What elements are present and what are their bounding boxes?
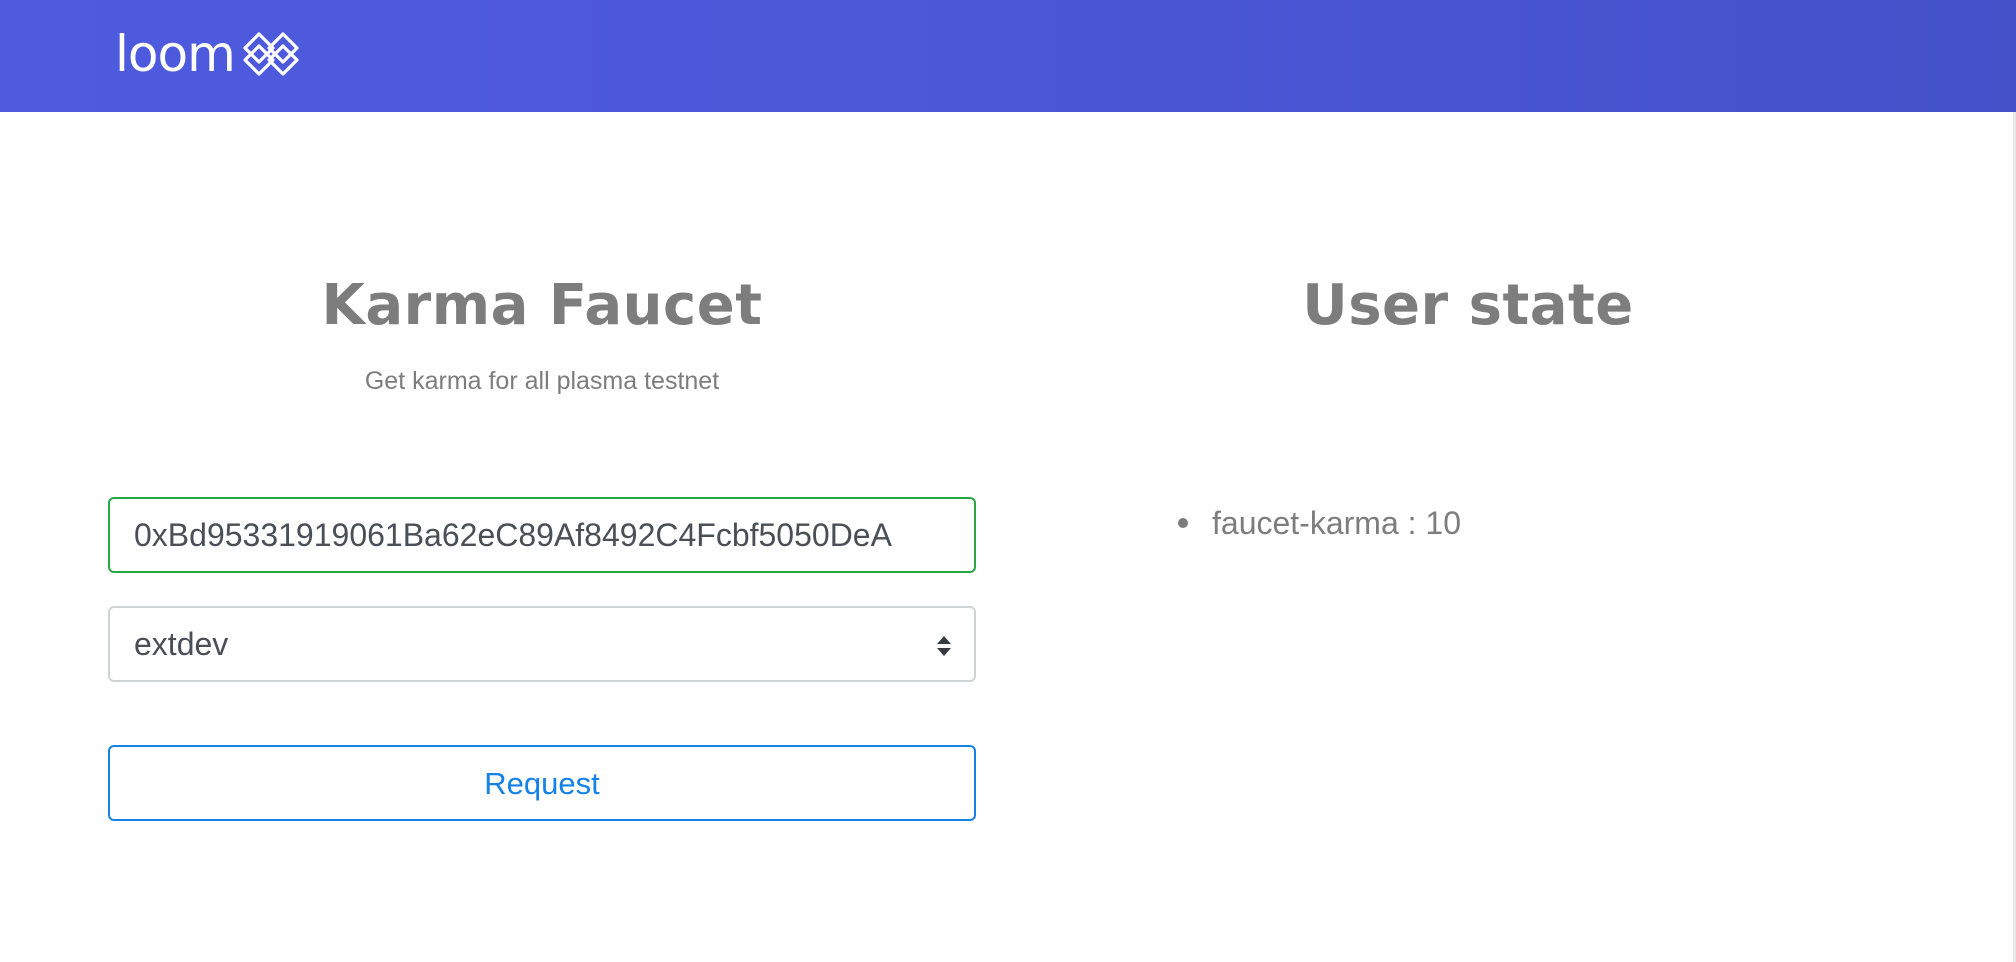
request-button[interactable]: Request: [108, 745, 976, 821]
loom-logo[interactable]: loom: [115, 24, 299, 84]
faucet-subtitle: Get karma for all plasma testnet: [364, 367, 720, 395]
user-state-item: faucet-karma : 10: [1168, 500, 1461, 546]
loom-knot-icon: [243, 32, 299, 76]
address-input[interactable]: [108, 497, 976, 573]
logo-wordmark: loom: [115, 25, 236, 83]
user-state-title: User state: [1302, 273, 1634, 338]
faucet-title: Karma Faucet: [321, 273, 763, 338]
bullet-icon: [1178, 518, 1188, 528]
top-navbar: loom: [0, 0, 2016, 112]
network-select-value: extdev: [134, 625, 229, 662]
select-arrows-icon: [937, 636, 951, 656]
user-state-item-text: faucet-karma : 10: [1212, 505, 1461, 541]
network-select[interactable]: extdev: [108, 606, 976, 682]
user-state-list: faucet-karma : 10: [1168, 500, 1461, 546]
